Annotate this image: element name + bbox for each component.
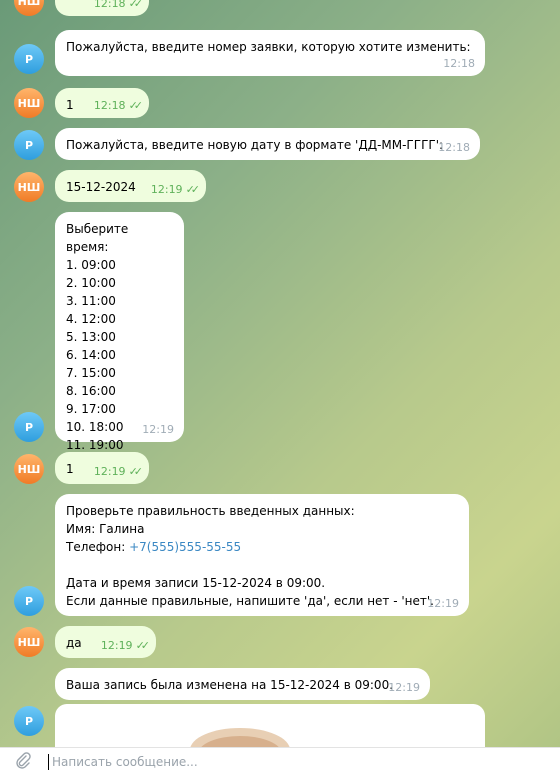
- avatar-bot[interactable]: Р: [14, 44, 44, 74]
- double-check-icon: ✓✓: [128, 465, 144, 478]
- message-line: Имя: Галина: [66, 522, 145, 536]
- message-time: 12:19: [150, 183, 183, 196]
- message-time: 12:19: [93, 465, 126, 478]
- avatar-bot[interactable]: Р: [14, 130, 44, 160]
- message-incoming[interactable]: Пожалуйста, введите новую дату в формате…: [55, 128, 480, 160]
- message-composer: [0, 747, 560, 774]
- avatar-bot[interactable]: Р: [14, 706, 44, 736]
- chat-area[interactable]: 12:18 ✓✓ НШ Пожалуйста, введите номер за…: [0, 0, 560, 747]
- dog-photo-image: [55, 704, 485, 747]
- avatar-bot[interactable]: Р: [14, 586, 44, 616]
- message-text: Пожалуйста, введите новую дату в формате…: [66, 138, 444, 152]
- photo-preview[interactable]: [55, 704, 485, 747]
- message-meta: 12:19 ✓✓: [100, 639, 151, 652]
- message-incoming[interactable]: Ваша запись была изменена на 15-12-2024 …: [55, 668, 430, 700]
- phone-label: Телефон:: [66, 540, 130, 554]
- message-meta: 12:19: [142, 423, 174, 436]
- message-time: 12:19: [100, 639, 133, 652]
- avatar-user[interactable]: НШ: [14, 172, 44, 202]
- message-incoming[interactable]: Проверьте правильность введенных данных:…: [55, 494, 469, 616]
- double-check-icon: ✓✓: [128, 99, 144, 112]
- avatar-bot[interactable]: Р: [14, 412, 44, 442]
- message-outgoing[interactable]: 1 12:18 ✓✓: [55, 88, 149, 118]
- message-line: Телефон: +7(555)555-55-55: [66, 538, 457, 556]
- message-text: Пожалуйста, введите номер заявки, котору…: [66, 40, 471, 54]
- message-line: Если данные правильные, напишите 'да', е…: [66, 594, 434, 608]
- double-check-icon: ✓✓: [128, 0, 144, 10]
- message-meta: 12:19 ✓✓: [150, 183, 201, 196]
- photo-message[interactable]: [55, 704, 485, 747]
- message-text: Ваша запись была изменена на 15-12-2024 …: [66, 678, 394, 692]
- message-time: 12:19: [427, 597, 459, 610]
- message-meta: 12:18: [443, 57, 475, 70]
- message-line: Дата и время записи 15-12-2024 в 09:00.: [66, 576, 326, 590]
- message-outgoing[interactable]: да 12:19 ✓✓: [55, 626, 156, 658]
- avatar-user[interactable]: НШ: [14, 0, 44, 16]
- message-meta: 12:18: [438, 141, 470, 154]
- double-check-icon: ✓✓: [135, 639, 151, 652]
- message-text: Выберите время: 1. 09:00 2. 10:00 3. 11:…: [66, 222, 129, 452]
- paperclip-icon[interactable]: [14, 752, 32, 770]
- avatar-user[interactable]: НШ: [14, 454, 44, 484]
- message-line: Проверьте правильность введенных данных:: [66, 504, 355, 518]
- message-input[interactable]: [50, 751, 534, 773]
- phone-link[interactable]: +7(555)555-55-55: [129, 540, 241, 554]
- message-outgoing[interactable]: 12:18 ✓✓: [55, 0, 149, 16]
- message-time: 12:19: [142, 423, 174, 436]
- message-meta: 12:19: [388, 681, 420, 694]
- message-outgoing[interactable]: 1 12:19 ✓✓: [55, 452, 149, 484]
- message-meta: 12:19 ✓✓: [93, 465, 144, 478]
- message-incoming[interactable]: Пожалуйста, введите номер заявки, котору…: [55, 30, 485, 76]
- message-outgoing[interactable]: 15-12-2024 12:19 ✓✓: [55, 170, 206, 202]
- message-time: 12:18: [443, 57, 475, 70]
- text-cursor: [48, 754, 49, 770]
- avatar-user[interactable]: НШ: [14, 627, 44, 657]
- message-meta: 12:18 ✓✓: [93, 0, 144, 10]
- message-incoming[interactable]: Выберите время: 1. 09:00 2. 10:00 3. 11:…: [55, 212, 184, 452]
- double-check-icon: ✓✓: [185, 183, 201, 196]
- message-meta: 12:18 ✓✓: [93, 99, 144, 112]
- message-time: 12:19: [388, 681, 420, 694]
- message-time: 12:18: [93, 99, 126, 112]
- avatar-user[interactable]: НШ: [14, 88, 44, 118]
- message-meta: 12:19: [427, 597, 459, 610]
- message-time: 12:18: [93, 0, 126, 10]
- message-time: 12:18: [438, 141, 470, 154]
